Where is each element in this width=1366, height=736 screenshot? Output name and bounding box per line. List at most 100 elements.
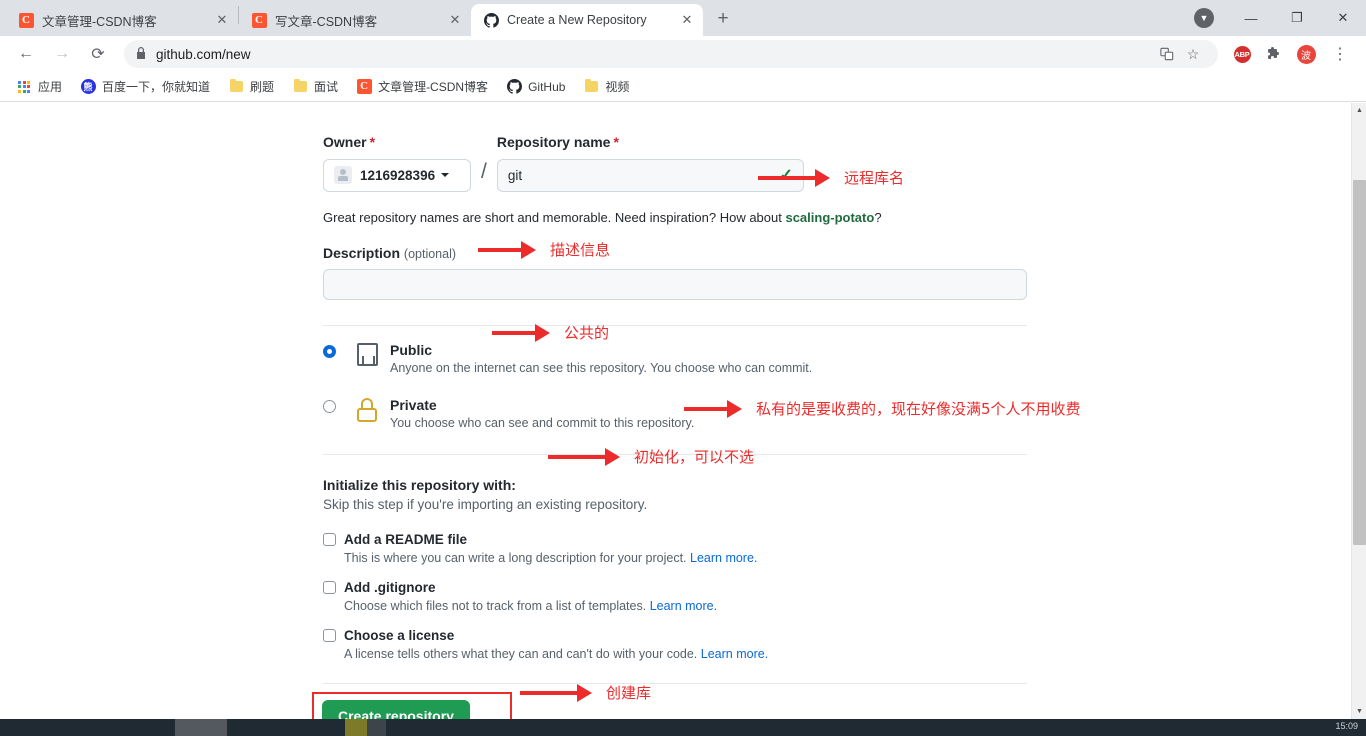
- option-readme-title: Add a README file: [344, 532, 468, 548]
- window-controls: ▼ — ❐ ✕: [1194, 0, 1366, 36]
- browser-menu-icon[interactable]: ⋮: [1325, 39, 1355, 69]
- scroll-down-arrow-icon[interactable]: ▼: [1352, 704, 1366, 719]
- annotation-private: 私有的是要收费的，现在好像没满5个人不用收费: [684, 398, 1081, 419]
- option-gitignore-title: Add .gitignore: [344, 580, 436, 596]
- browser-tab-2[interactable]: C 写文章-CSDN博客 ✕: [239, 4, 471, 36]
- bookmark-baidu[interactable]: 熊 百度一下，你就知道: [72, 75, 218, 98]
- divider: [323, 683, 1027, 685]
- arrow-icon: [492, 323, 550, 342]
- visibility-private-sub: You choose who can see and commit to thi…: [390, 416, 695, 431]
- omnibox-actions: ☆: [1154, 41, 1206, 67]
- bookmark-csdn[interactable]: C 文章管理-CSDN博客: [348, 75, 496, 98]
- path-separator: /: [481, 160, 487, 183]
- owner-and-name-row: Owner * 1216928396 / Repository name * g…: [323, 133, 1027, 192]
- annotation-text: 私有的是要收费的，现在好像没满5个人不用收费: [756, 400, 1081, 418]
- description-label: Description (optional): [323, 244, 1027, 264]
- csdn-icon: C: [251, 12, 267, 28]
- bookmark-star-icon[interactable]: ☆: [1180, 41, 1206, 67]
- arrow-icon: [758, 168, 830, 187]
- translate-icon[interactable]: [1154, 41, 1180, 67]
- option-license-sub-text: A license tells others what they can and…: [344, 647, 701, 662]
- description-input[interactable]: [323, 269, 1027, 301]
- minimize-button[interactable]: —: [1228, 2, 1274, 34]
- visibility-public-row[interactable]: Public Anyone on the internet can see th…: [323, 342, 1027, 375]
- arrow-icon: [520, 683, 592, 702]
- repo-name-label-text: Repository name: [496, 134, 611, 150]
- extensions-puzzle-icon[interactable]: [1261, 41, 1287, 67]
- lock-icon: [352, 398, 382, 423]
- taskbar-item[interactable]: [367, 719, 386, 736]
- browser-toolbar: ← → ⟳ github.com/new ☆ ABP 波 ⋮: [0, 36, 1366, 72]
- address-bar[interactable]: github.com/new ☆: [124, 40, 1218, 68]
- back-icon[interactable]: ←: [11, 39, 41, 69]
- folder-icon: [583, 78, 599, 95]
- suggested-name-link[interactable]: scaling-potato: [785, 210, 874, 225]
- maximize-button[interactable]: ❐: [1274, 2, 1320, 34]
- browser-window: C 文章管理-CSDN博客 ✕ C 写文章-CSDN博客 ✕ Create a …: [0, 0, 1366, 736]
- adblock-plus-icon[interactable]: ABP: [1229, 41, 1255, 67]
- bookmark-github[interactable]: GitHub: [498, 76, 573, 98]
- tab-title: 写文章-CSDN博客: [275, 14, 378, 29]
- close-window-button[interactable]: ✕: [1320, 2, 1366, 34]
- learn-more-link[interactable]: Learn more.: [650, 599, 717, 613]
- forward-icon[interactable]: →: [47, 39, 77, 69]
- bookmarks-bar: 应用 熊 百度一下，你就知道 刷题 面试 C 文章管理-CSDN博客 GitHu…: [0, 72, 1366, 102]
- repo-name-hint: Great repository names are short and mem…: [323, 210, 1027, 225]
- checkbox-add-readme[interactable]: [323, 533, 336, 547]
- repo-book-icon: [352, 343, 382, 367]
- visibility-public-sub: Anyone on the internet can see this repo…: [390, 361, 813, 376]
- arrow-icon: [548, 447, 620, 466]
- bookmark-shuati[interactable]: 刷题: [220, 75, 282, 98]
- scrollbar-thumb[interactable]: [1353, 180, 1366, 545]
- tab-strip: C 文章管理-CSDN博客 ✕ C 写文章-CSDN博客 ✕ Create a …: [0, 0, 1366, 36]
- annotation-create: 创建库: [520, 682, 651, 703]
- taskbar-item[interactable]: [345, 719, 367, 736]
- option-readme-sub: This is where you can write a long descr…: [344, 551, 1027, 565]
- browser-tab-3[interactable]: Create a New Repository ✕: [471, 4, 703, 36]
- arrow-icon: [478, 240, 536, 259]
- browser-tab-1[interactable]: C 文章管理-CSDN博客 ✕: [6, 4, 238, 36]
- create-repository-button[interactable]: Create repository: [322, 700, 470, 719]
- taskbar-item[interactable]: [175, 719, 227, 736]
- new-repository-form: Owner * 1216928396 / Repository name * g…: [312, 133, 1027, 719]
- close-icon[interactable]: ✕: [214, 12, 230, 28]
- user-avatar-extension-icon[interactable]: 波: [1293, 41, 1319, 67]
- owner-value: 1216928396: [360, 167, 436, 183]
- owner-dropdown[interactable]: 1216928396: [323, 158, 471, 192]
- option-license: Choose a license A license tells others …: [323, 628, 1027, 661]
- reload-icon[interactable]: ⟳: [83, 39, 113, 69]
- checkbox-choose-license[interactable]: [323, 629, 336, 643]
- bookmark-label: GitHub: [528, 79, 566, 94]
- radio-private[interactable]: [323, 400, 336, 414]
- bookmark-mianshi[interactable]: 面试: [284, 75, 346, 98]
- profile-chevron-icon[interactable]: ▼: [1194, 8, 1214, 28]
- description-optional-text: (optional): [403, 246, 457, 261]
- required-asterisk: *: [613, 134, 619, 150]
- close-icon[interactable]: ✕: [679, 12, 695, 28]
- learn-more-link[interactable]: Learn more.: [690, 551, 757, 565]
- annotation-text: 远程库名: [844, 169, 905, 187]
- learn-more-link[interactable]: Learn more.: [701, 647, 768, 661]
- annotation-text: 创建库: [606, 684, 652, 702]
- new-tab-button[interactable]: +: [709, 5, 737, 33]
- bookmark-label: 刷题: [250, 80, 275, 94]
- close-icon[interactable]: ✕: [447, 12, 463, 28]
- page-viewport: Owner * 1216928396 / Repository name * g…: [0, 103, 1366, 719]
- address-bar-url: github.com/new: [156, 46, 251, 62]
- bookmark-label: 百度一下，你就知道: [102, 80, 211, 94]
- description-label-text: Description: [323, 244, 401, 261]
- bookmark-apps[interactable]: 应用: [8, 75, 70, 98]
- visibility-public-text: Public Anyone on the internet can see th…: [390, 342, 812, 375]
- visibility-private-text: Private You choose who can see and commi…: [390, 397, 694, 430]
- folder-icon: [292, 78, 308, 95]
- repo-name-value: git: [507, 167, 523, 183]
- checkbox-add-gitignore[interactable]: [323, 581, 336, 595]
- scroll-up-arrow-icon[interactable]: ▲: [1352, 103, 1366, 118]
- bookmark-shipin[interactable]: 视频: [575, 75, 637, 98]
- annotation-text: 公共的: [564, 324, 610, 342]
- option-gitignore-sub-text: Choose which files not to track from a l…: [344, 599, 650, 614]
- hint-text-after: ?: [874, 209, 882, 225]
- vertical-scrollbar[interactable]: ▲ ▼: [1351, 103, 1366, 719]
- radio-public[interactable]: [323, 345, 336, 359]
- annotation-repo-name: 远程库名: [758, 167, 904, 188]
